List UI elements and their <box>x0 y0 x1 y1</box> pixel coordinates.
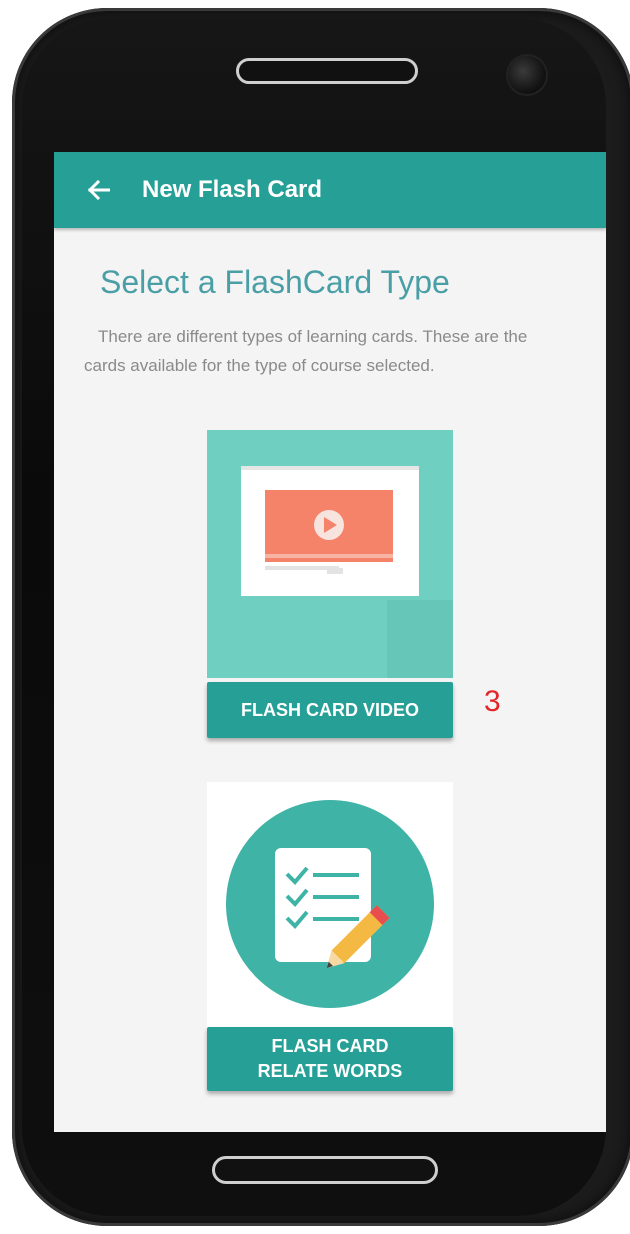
page-title: Select a FlashCard Type <box>100 264 450 300</box>
app-bar-title: New Flash Card <box>142 176 323 203</box>
speaker-grille <box>236 58 418 84</box>
button-label-line-1: FLASH CARD <box>271 1036 389 1056</box>
arrow-left-icon[interactable] <box>84 175 114 205</box>
flash-card-relate-words-button[interactable]: FLASH CARD RELATE WORDS <box>207 1027 453 1091</box>
app-screen: New Flash Card Select a FlashCard Type T… <box>54 152 606 1132</box>
app-bar: New Flash Card <box>54 152 606 228</box>
front-camera <box>508 56 546 94</box>
flash-card-video-button[interactable]: FLASH CARD VIDEO <box>207 682 453 738</box>
bottom-speaker-grille <box>212 1156 438 1184</box>
checklist-pencil-icon <box>207 782 453 1030</box>
flash-card-video-image[interactable] <box>207 430 453 678</box>
annotation-number: 3 <box>484 685 501 718</box>
button-label-line-2: RELATE WORDS <box>257 1061 403 1081</box>
flash-card-relate-words-image[interactable] <box>207 782 453 1030</box>
page-description: There are different types of learning ca… <box>84 327 528 375</box>
video-player-icon <box>207 430 453 678</box>
